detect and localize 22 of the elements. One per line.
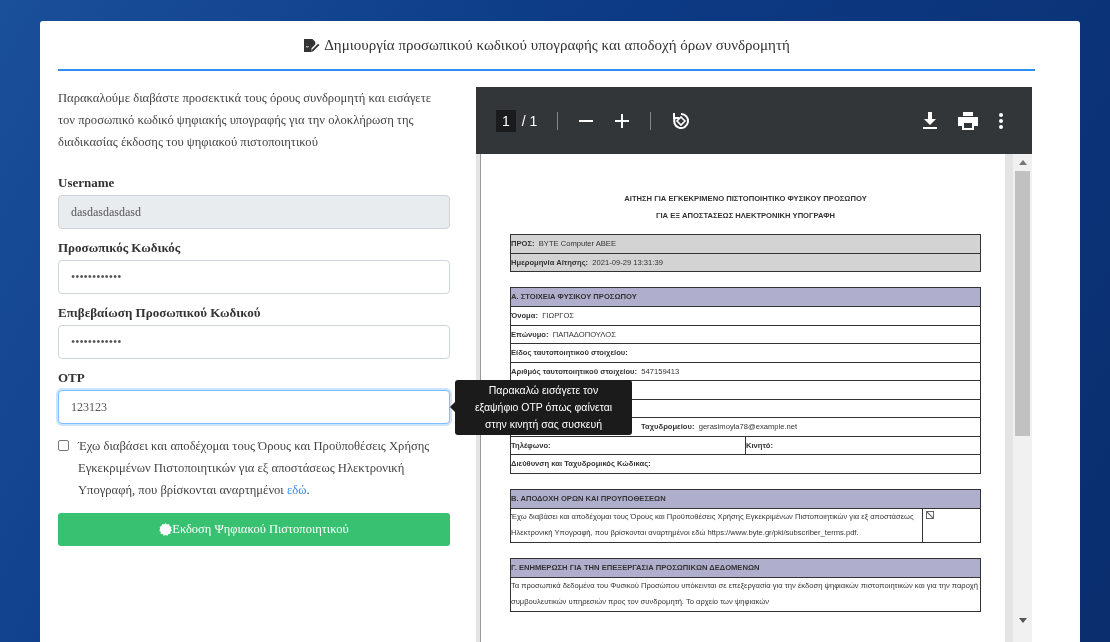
scrollbar-drawing[interactable] xyxy=(1013,154,1032,642)
field-label: Προσωπικός Κωδικός xyxy=(58,240,182,256)
input-field[interactable]: •••••••••••• xyxy=(58,260,450,294)
field-label: OTP xyxy=(58,370,86,386)
tooltip-arrow xyxy=(450,402,455,412)
input-field[interactable]: •••••••••••• xyxy=(58,325,450,359)
page-number-field[interactable]: 1 xyxy=(496,109,516,132)
print-icon[interactable] xyxy=(958,111,978,130)
terms-text: Έχω διαβάσει και αποδέχομαι τους Όρους και Προϋποθέσεις Χρήσης Εγκεκριμένων Πιστοποιητικών για εξ αποστάσεως Ηλεκτρονική Υπογραφή, που βρίσκονται αναρτημένοι εδώ. xyxy=(78,438,431,499)
intro-text: Παρακαλούμε διαβάστε προσεκτικά τους όρους συνδρομητή και εισάγετε τον προσωπικό κωδικό ψηφιακής υπογραφής για την ολοκλήρωση της διαδικασίας έκδοσης του ψηφιακού πιστοποιητικού xyxy=(58,90,432,151)
field-label: Username xyxy=(58,175,116,191)
page-total: / 1 xyxy=(521,112,538,129)
zoom-in-icon[interactable] xyxy=(614,112,631,129)
more-options-icon[interactable] xyxy=(998,111,1004,130)
terms-checkbox[interactable] xyxy=(58,440,69,451)
field-label: Επιβεβαίωση Προσωπικού Κωδικού xyxy=(58,305,262,321)
input-field[interactable]: 123123 xyxy=(58,390,450,424)
sign-document-icon xyxy=(303,37,321,53)
rotate-icon[interactable] xyxy=(671,110,692,131)
download-icon[interactable] xyxy=(922,111,938,130)
page-title: Δημιουργία προσωπικού κωδικού υπογραφής και αποδοχή όρων συνδρομητή xyxy=(324,36,790,54)
seal-icon xyxy=(159,523,173,536)
